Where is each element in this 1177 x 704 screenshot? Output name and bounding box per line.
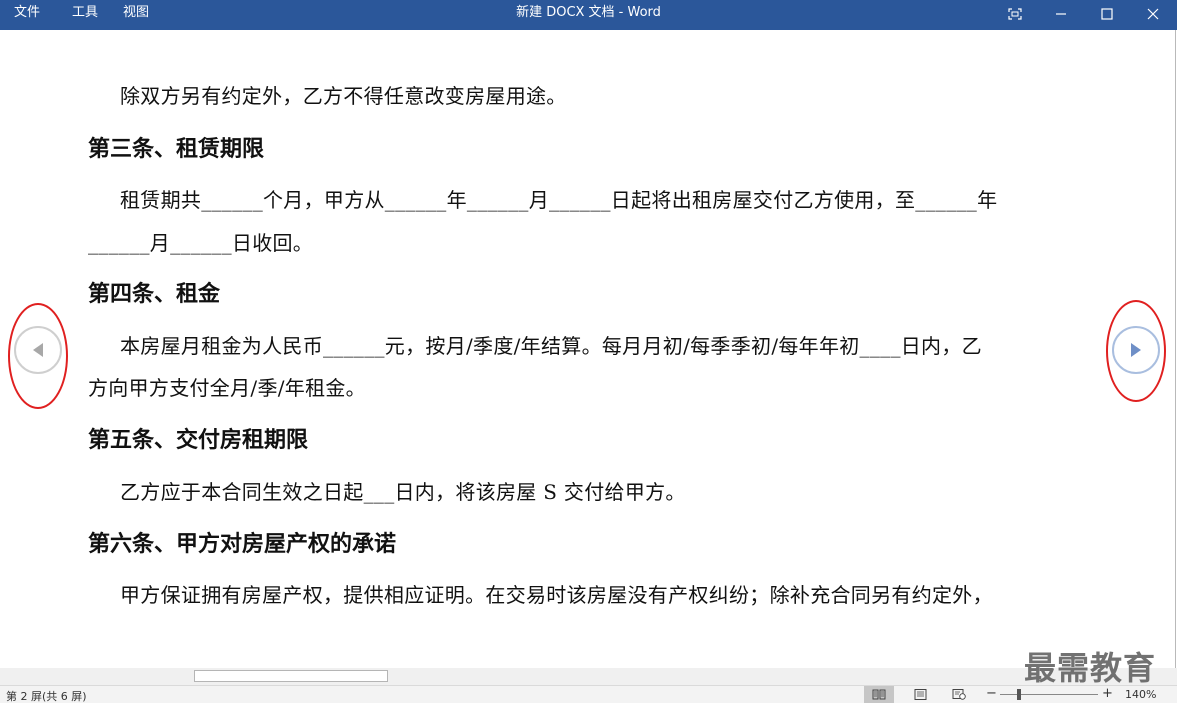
minimize-button[interactable] [1038,0,1084,28]
status-bar: 第 2 屏(共 6 屏) − + 140% [0,685,1177,703]
document-area[interactable]: 除双方另有约定外，乙方不得任意改变房屋用途。 第三条、租赁期限 租赁期共____… [0,30,1177,668]
watermark-logo: 最需教育 [1024,649,1157,687]
paragraph: 甲方保证拥有房屋产权，提供相应证明。在交易时该房屋没有产权纠纷；除补充合同另有约… [120,583,993,607]
page-indicator: 第 2 屏(共 6 屏) [6,690,87,703]
zoom-in-button[interactable]: + [1102,686,1113,701]
menu-view[interactable]: 视图 [123,0,149,26]
triangle-left-icon [33,343,43,357]
menu-tools[interactable]: 工具 [72,0,98,26]
read-mode-button[interactable] [864,686,894,703]
paragraph: 乙方应于本合同生效之日起___日内，将该房屋 S 交付给甲方。 [120,480,686,504]
zoom-out-button[interactable]: − [986,686,997,701]
minimize-icon [1056,13,1066,15]
next-screen-button[interactable] [1112,326,1160,374]
zoom-slider-thumb[interactable] [1017,689,1021,700]
zoom-level[interactable]: 140% [1125,688,1156,701]
focus-mode-button[interactable] [992,0,1038,28]
read-mode-icon [872,689,886,700]
maximize-button[interactable] [1084,0,1130,28]
web-layout-icon [952,689,966,700]
menu-file[interactable]: 文件 [14,0,40,26]
paragraph-continued: 方向甲方支付全月/季/年租金。 [88,376,366,400]
print-layout-icon [914,689,926,700]
triangle-right-icon [1131,343,1141,357]
scrollbar-thumb[interactable] [194,670,388,682]
section-heading: 第三条、租赁期限 [88,136,265,162]
focus-mode-icon [1008,8,1022,20]
paragraph: 本房屋月租金为人民币______元，按月/季度/年结算。每月月初/每季季初/每年… [120,334,982,358]
web-layout-button[interactable] [944,686,974,703]
section-heading: 第五条、交付房租期限 [88,427,309,453]
section-heading: 第四条、租金 [88,281,221,307]
paragraph-continued: ______月______日收回。 [88,231,314,255]
horizontal-scrollbar[interactable] [0,668,1177,685]
maximize-icon [1101,8,1113,20]
close-icon [1147,8,1159,20]
zoom-slider[interactable] [1000,694,1098,695]
print-layout-button[interactable] [905,686,935,703]
paragraph: 除双方另有约定外，乙方不得任意改变房屋用途。 [120,84,567,108]
section-heading: 第六条、甲方对房屋产权的承诺 [88,531,397,557]
paragraph: 租赁期共______个月，甲方从______年______月______日起将出… [120,188,998,212]
page-edge [1175,30,1176,668]
close-button[interactable] [1130,0,1176,28]
title-bar: 文件 工具 视图 新建 DOCX 文档 - Word [0,0,1177,30]
previous-screen-button[interactable] [14,326,62,374]
